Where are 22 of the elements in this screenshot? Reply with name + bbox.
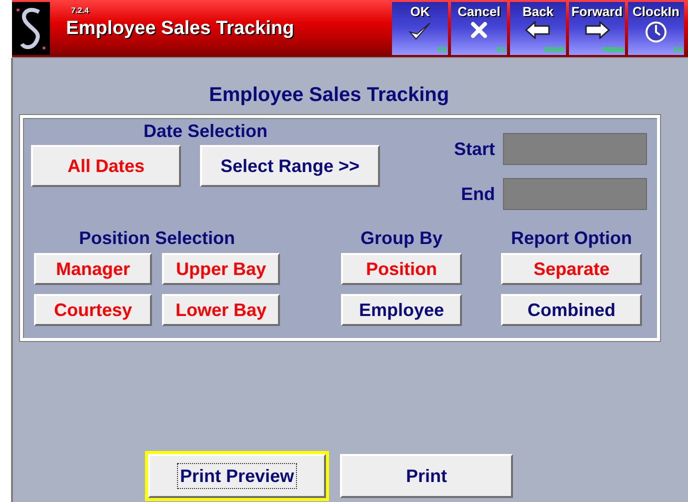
page-heading: Employee Sales Tracking <box>209 84 450 107</box>
close-icon <box>470 21 488 39</box>
left-arrow-icon <box>525 21 551 39</box>
end-date-field[interactable] <box>503 178 647 210</box>
option-button[interactable]: Employee <box>341 294 462 326</box>
field-label: Start <box>454 138 495 160</box>
print-button[interactable]: Print <box>340 454 513 498</box>
start-date-field[interactable] <box>503 133 647 165</box>
option-button[interactable]: Combined <box>501 294 642 326</box>
print-button[interactable]: Print Preview <box>148 454 326 498</box>
check-icon <box>408 21 432 41</box>
section-label: Report Option <box>511 228 632 249</box>
section-label: Group By <box>360 228 442 249</box>
right-arrow-icon <box>584 21 610 39</box>
section-label: Date Selection <box>143 121 268 142</box>
window-title: Employee Sales Tracking <box>66 18 296 40</box>
field-label: End <box>461 184 495 204</box>
section-label: Position Selection <box>78 228 236 249</box>
option-button[interactable]: Select Range >> <box>200 145 380 187</box>
logo-icon <box>12 2 50 55</box>
clock-icon <box>645 21 667 43</box>
version-label: 7.2.4 <box>70 6 90 15</box>
